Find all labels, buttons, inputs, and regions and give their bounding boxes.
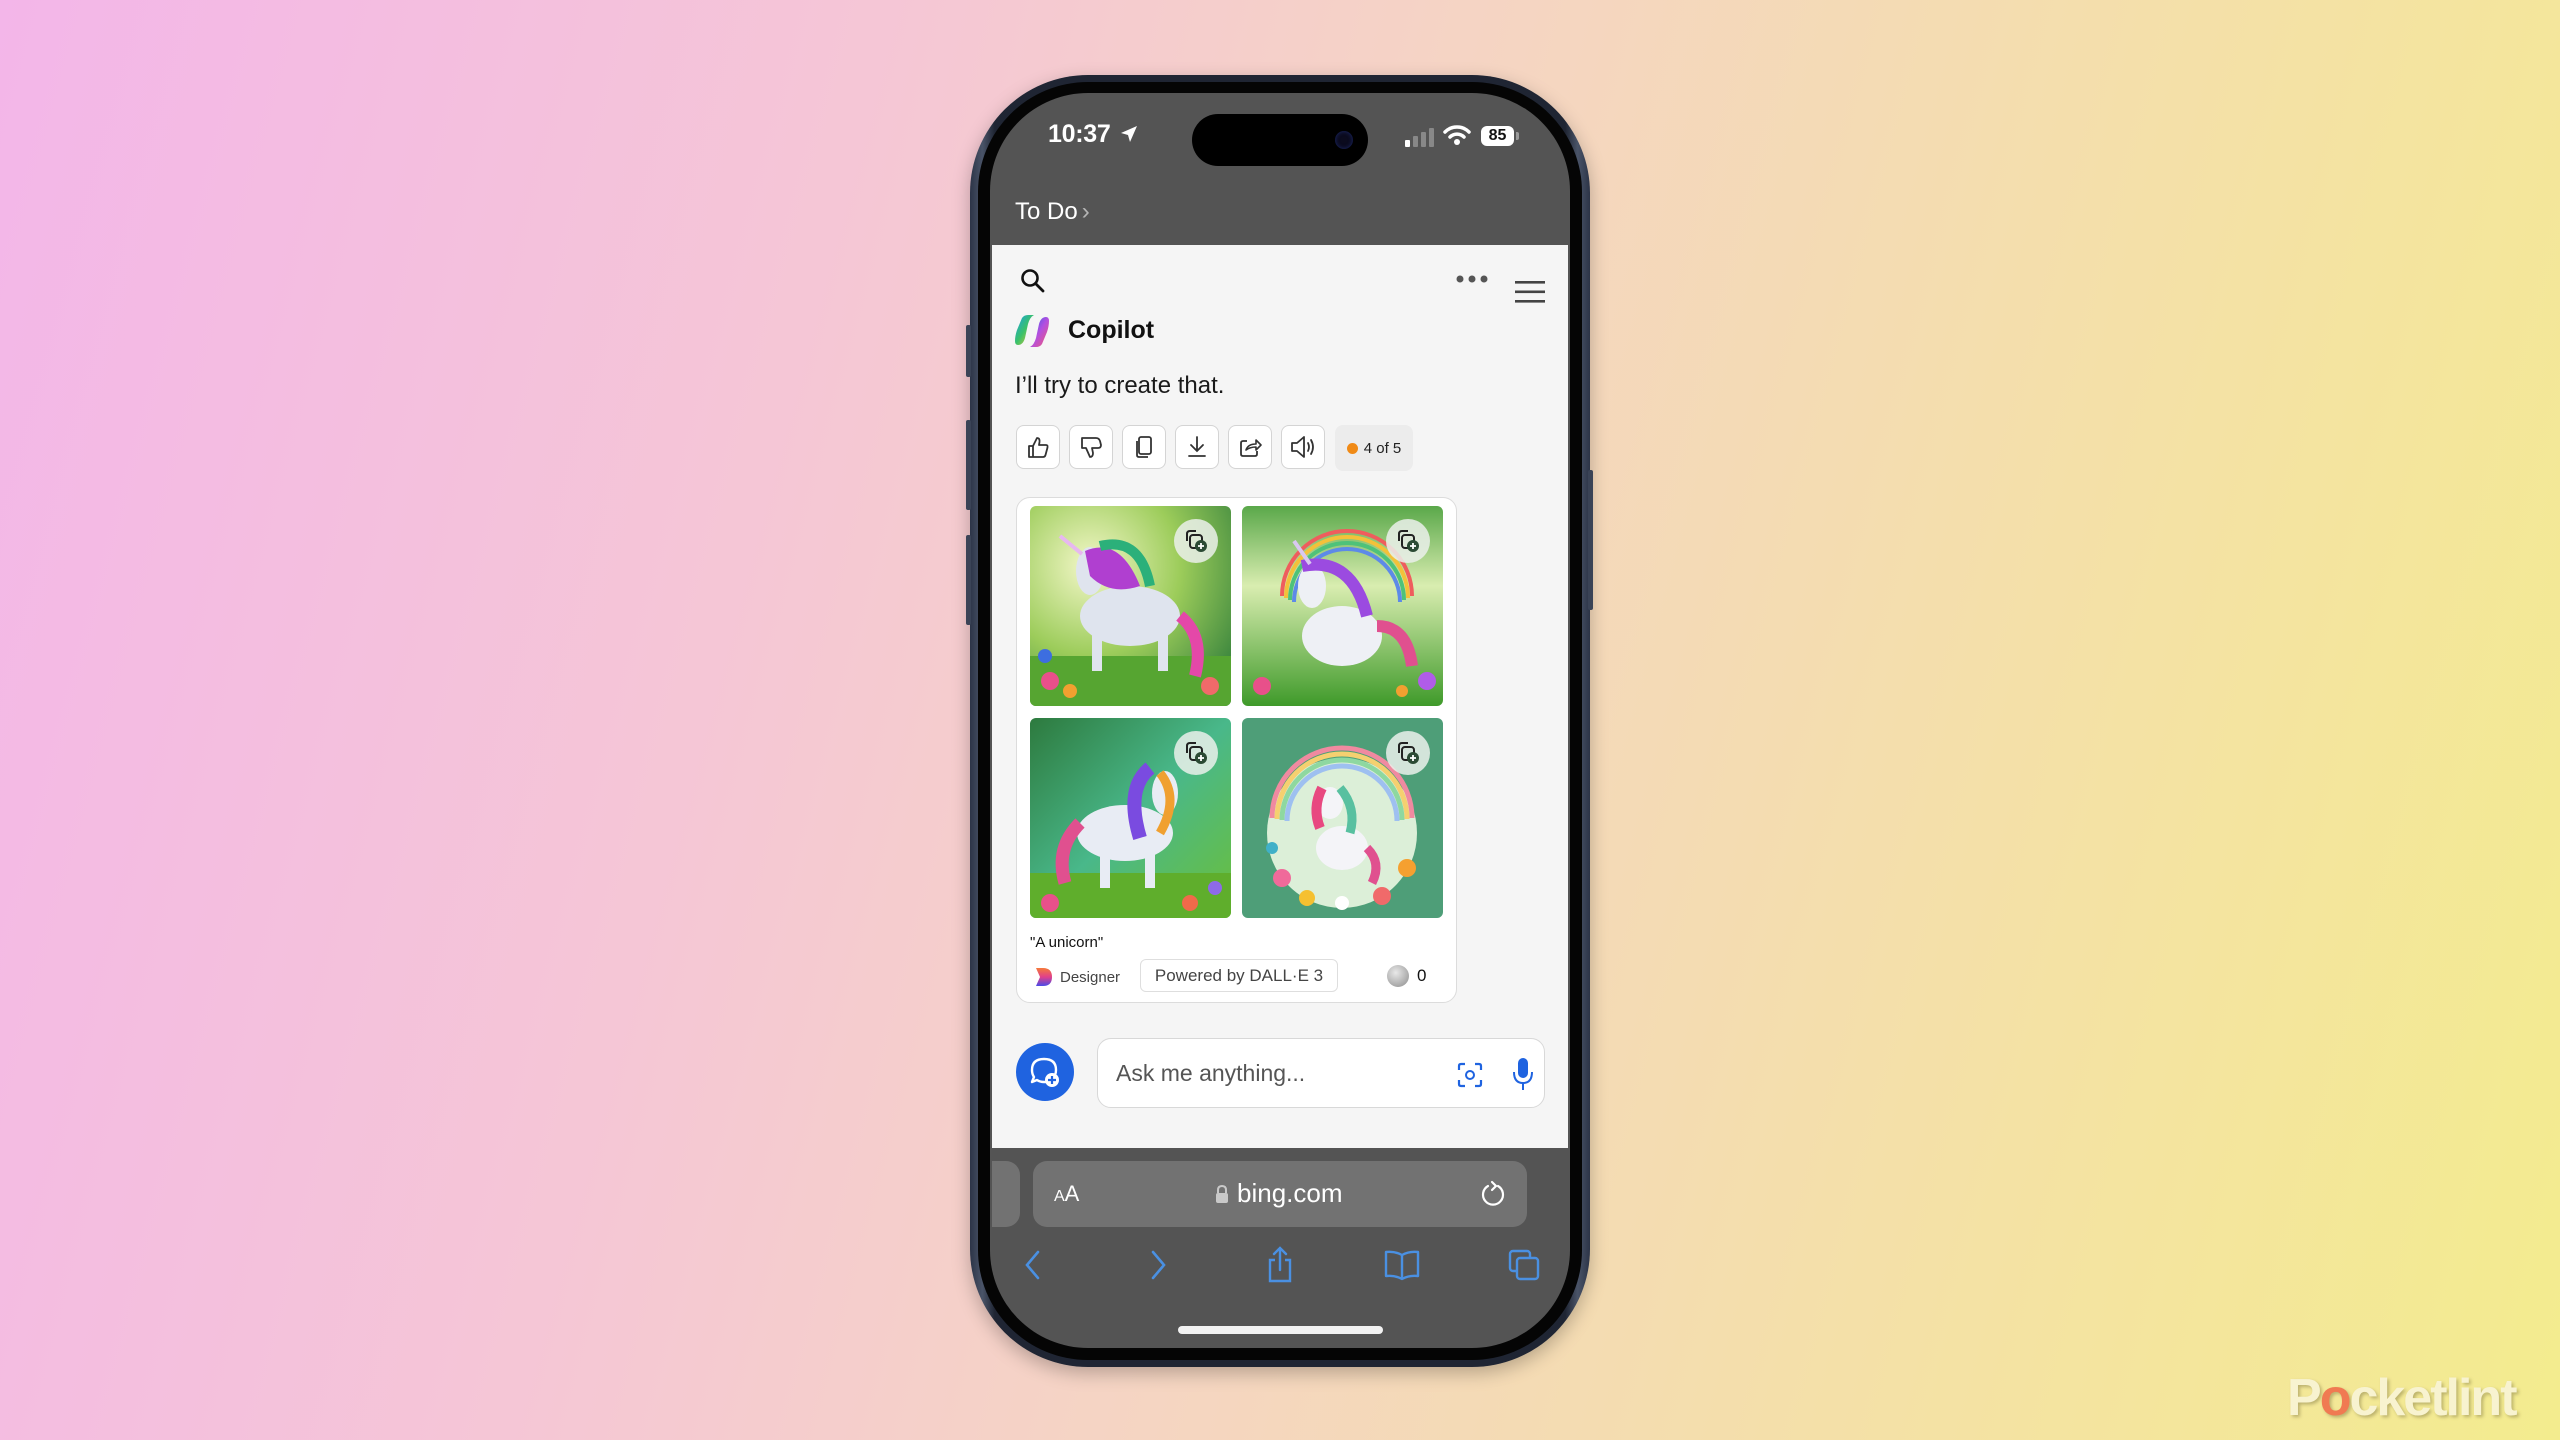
text-size-large: A — [1064, 1181, 1080, 1206]
home-indicator[interactable] — [1178, 1326, 1383, 1334]
more-dots-icon[interactable] — [1456, 274, 1488, 284]
ask-input[interactable] — [1114, 1039, 1398, 1107]
forward-icon — [1151, 1250, 1166, 1280]
generated-image-2[interactable] — [1242, 506, 1443, 706]
download-icon — [1188, 436, 1206, 457]
response-counter: 4 of 5 — [1335, 425, 1413, 471]
text-size-button[interactable]: AA — [1054, 1181, 1079, 1207]
boost-count: 0 — [1417, 966, 1427, 985]
bookmarks-icon — [1384, 1250, 1420, 1281]
front-camera — [1335, 131, 1353, 149]
back-icon — [1025, 1250, 1040, 1280]
generated-image-1[interactable] — [1030, 506, 1231, 706]
share-button[interactable] — [1228, 425, 1272, 469]
watermark-text-start: P — [2287, 1369, 2322, 1427]
add-to-collection-icon — [1398, 742, 1419, 764]
add-to-collection-button[interactable] — [1386, 519, 1430, 563]
add-to-collection-button[interactable] — [1174, 731, 1218, 775]
add-to-collection-icon — [1398, 530, 1419, 552]
search-icon[interactable] — [1020, 268, 1046, 294]
forward-button[interactable] — [1138, 1245, 1178, 1285]
generated-image-4[interactable] — [1242, 718, 1443, 918]
boost-coin-icon — [1387, 965, 1409, 987]
lock-icon — [1216, 1184, 1228, 1203]
text-size-small: A — [1054, 1188, 1065, 1205]
volume-down-button — [966, 535, 971, 625]
back-label: To Do — [1015, 198, 1078, 225]
response-counter-text: 4 of 5 — [1363, 439, 1402, 457]
new-chat-icon — [1030, 1057, 1059, 1087]
designer-logo-icon — [1036, 968, 1052, 986]
camera-scan-icon[interactable] — [1456, 1061, 1484, 1089]
add-to-collection-button[interactable] — [1386, 731, 1430, 775]
read-aloud-button[interactable] — [1281, 425, 1325, 469]
speaker-icon — [1291, 436, 1314, 458]
share-icon — [1268, 1246, 1292, 1283]
assistant-message: I’ll try to create that. — [1015, 372, 1225, 399]
previous-tab-peek[interactable] — [992, 1161, 1020, 1227]
status-dot — [1346, 442, 1358, 454]
boost-counter: 0 — [1387, 965, 1426, 987]
tabs-button[interactable] — [1504, 1245, 1544, 1285]
back-to-app-link[interactable]: To Do › — [1015, 198, 1090, 226]
share-page-button[interactable] — [1260, 1245, 1300, 1285]
thumbs-up-icon — [1028, 437, 1049, 458]
thumbs-up-button[interactable] — [1016, 425, 1060, 469]
microphone-icon[interactable] — [1511, 1056, 1535, 1092]
generated-image-3[interactable] — [1030, 718, 1231, 918]
battery-indicator: 85 — [1481, 126, 1514, 146]
designer-label: Designer — [1060, 968, 1121, 986]
tabs-icon — [1508, 1249, 1540, 1281]
watermark-text-end: cketlint — [2349, 1369, 2517, 1427]
add-to-collection-button[interactable] — [1174, 519, 1218, 563]
copy-icon — [1136, 436, 1152, 458]
thumbs-down-button[interactable] — [1069, 425, 1113, 469]
bookmarks-button[interactable] — [1382, 1245, 1422, 1285]
back-button[interactable] — [1013, 1245, 1053, 1285]
powered-by-dalle-badge[interactable]: Powered by DALL·E 3 — [1140, 959, 1338, 992]
chevron-right-icon: › — [1081, 198, 1090, 225]
url-text: bing.com — [1237, 1178, 1343, 1208]
thumbs-down-icon — [1081, 437, 1102, 458]
wifi-icon — [1443, 125, 1471, 145]
pocketlint-watermark: Pocketlint — [2287, 1368, 2518, 1428]
add-to-collection-icon — [1186, 530, 1207, 552]
new-topic-button[interactable] — [1016, 1043, 1074, 1101]
power-button — [1588, 470, 1593, 610]
status-time: 10:37 — [1048, 120, 1139, 149]
reload-icon[interactable] — [1479, 1180, 1507, 1208]
volume-up-button — [966, 420, 971, 510]
power-o-icon: o — [2319, 1369, 2352, 1427]
image-prompt-caption: "A unicorn" — [1030, 934, 1104, 951]
add-to-collection-icon — [1186, 742, 1207, 764]
copilot-logo-icon — [1015, 315, 1049, 347]
battery-tip — [1516, 132, 1519, 140]
share-icon — [1240, 439, 1262, 457]
url-display[interactable]: bing.com — [1215, 1178, 1343, 1209]
time-text: 10:37 — [1048, 120, 1111, 148]
designer-link[interactable]: Designer — [1034, 966, 1120, 988]
cellular-signal-icon — [1405, 128, 1434, 147]
copilot-title: Copilot — [1068, 316, 1155, 344]
copy-button[interactable] — [1122, 425, 1166, 469]
location-arrow-icon — [1121, 126, 1138, 142]
action-button — [966, 325, 971, 377]
download-button[interactable] — [1175, 425, 1219, 469]
ask-input-container — [1097, 1038, 1545, 1108]
hamburger-menu-icon[interactable] — [1515, 281, 1545, 303]
